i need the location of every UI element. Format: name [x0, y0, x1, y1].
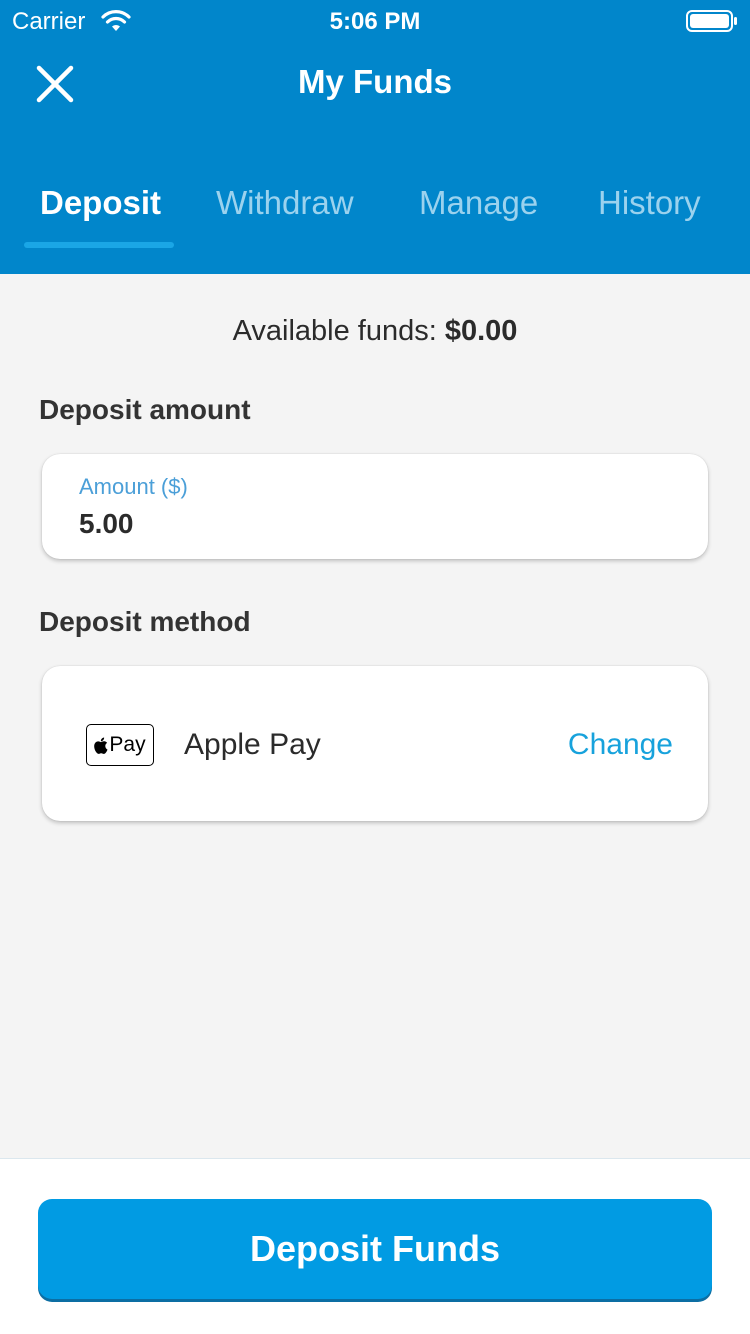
- available-funds-label: Available funds:: [232, 315, 437, 347]
- available-funds: Available funds: $0.00: [0, 315, 750, 348]
- active-tab-indicator: [24, 242, 174, 248]
- deposit-funds-button[interactable]: Deposit Funds: [38, 1199, 712, 1299]
- tab-manage[interactable]: Manage: [419, 184, 538, 222]
- tab-deposit[interactable]: Deposit: [40, 184, 161, 222]
- header-bar: Carrier 5:06 PM My Funds Deposit Withdra…: [0, 0, 750, 274]
- apple-pay-icon: Pay: [86, 724, 154, 766]
- amount-field-card[interactable]: Amount ($): [42, 454, 708, 559]
- deposit-method-card: Pay Apple Pay Change: [42, 666, 708, 821]
- tab-bar: Deposit Withdraw Manage History: [0, 180, 750, 274]
- amount-input[interactable]: [79, 506, 659, 542]
- available-funds-value: $0.00: [444, 315, 518, 347]
- status-time: 5:06 PM: [329, 8, 421, 35]
- deposit-amount-heading: Deposit amount: [39, 394, 251, 425]
- footer-bar: Deposit Funds: [0, 1158, 750, 1334]
- tab-history[interactable]: History: [598, 184, 701, 222]
- page-title: My Funds: [298, 63, 452, 100]
- battery-icon: [686, 10, 737, 32]
- deposit-method-name: Apple Pay: [184, 728, 321, 761]
- status-bar: Carrier 5:06 PM: [0, 0, 750, 40]
- amount-field-label: Amount ($): [79, 474, 188, 499]
- deposit-method-heading: Deposit method: [39, 606, 251, 637]
- apple-pay-icon-text: Pay: [109, 733, 146, 756]
- change-method-link[interactable]: Change: [568, 728, 673, 762]
- apple-logo-icon: [94, 737, 108, 754]
- tab-withdraw[interactable]: Withdraw: [216, 184, 354, 222]
